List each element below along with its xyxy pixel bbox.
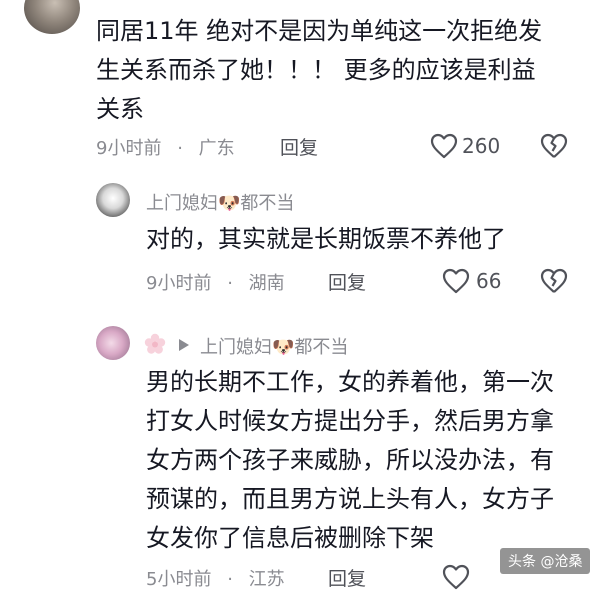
heart-outline-icon[interactable]: [430, 133, 458, 159]
broken-heart-icon[interactable]: [540, 133, 568, 159]
avatar-comment-2[interactable]: [96, 183, 130, 217]
broken-heart-icon[interactable]: [540, 268, 568, 294]
meta-separator: ·: [227, 273, 233, 294]
flower-badge-icon: [144, 333, 166, 355]
comment-2-like-count: 66: [476, 269, 502, 293]
comment-1-meta: 9小时前 · 广东: [96, 134, 235, 160]
comment-3-line-3: 女方两个孩子来威胁，所以没办法，有: [146, 446, 554, 474]
comment-1-like-count: 260: [462, 134, 501, 158]
watermark: 头条 @沧桑: [500, 548, 591, 574]
comment-1-time: 9小时前: [96, 138, 162, 159]
comment-1-reply-button[interactable]: 回复: [280, 133, 318, 160]
meta-separator: ·: [177, 138, 183, 159]
comment-3-location: 江苏: [248, 569, 285, 590]
comment-3-meta: 5小时前 · 江苏: [146, 565, 285, 591]
comment-3-text: 男的长期不工作，女的养着他，第一次 打女人时候女方提出分手，然后男方拿 女方两个…: [146, 363, 586, 558]
comment-3-reply-button[interactable]: 回复: [328, 564, 366, 591]
heart-outline-icon[interactable]: [442, 268, 470, 294]
comment-1-text: 同居11年 绝对不是因为单纯这一次拒绝发 生关系而杀了她！！！ 更多的应该是利益…: [96, 12, 576, 129]
avatar-comment-3[interactable]: [96, 326, 130, 360]
comment-1-line-3: 关系: [96, 95, 144, 123]
comment-2-username[interactable]: 上门媳妇🐶都不当: [146, 189, 294, 215]
avatar-comment-1[interactable]: [24, 0, 80, 34]
heart-outline-icon[interactable]: [442, 564, 470, 590]
comment-2-location: 湖南: [248, 273, 285, 294]
comment-3-time: 5小时前: [146, 569, 212, 590]
comment-3-line-2: 打女人时候女方提出分手，然后男方拿: [146, 407, 554, 435]
comment-1-line-1: 同居11年 绝对不是因为单纯这一次拒绝发: [96, 17, 543, 45]
comment-2-text: 对的，其实就是长期饭票不养他了: [146, 225, 506, 253]
comment-3-reply-target[interactable]: 上门媳妇🐶都不当: [200, 333, 348, 359]
comment-2-time: 9小时前: [146, 273, 212, 294]
comment-2-meta: 9小时前 · 湖南: [146, 269, 285, 295]
play-arrow-icon: [178, 337, 190, 351]
comment-3-line-4: 预谋的，而且男方说上头有人，女方子: [146, 485, 554, 513]
comment-2-reply-button[interactable]: 回复: [328, 268, 366, 295]
comment-3-line-1: 男的长期不工作，女的养着他，第一次: [146, 368, 554, 396]
comment-1-location: 广东: [198, 138, 235, 159]
meta-separator: ·: [227, 569, 233, 590]
comment-1-line-2: 生关系而杀了她！！！ 更多的应该是利益: [96, 56, 536, 84]
